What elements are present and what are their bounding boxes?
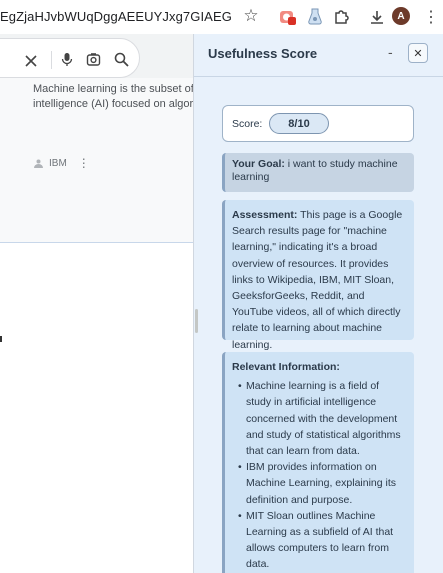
browser-toolbar: EgZjaHJvbWUqDggAEEUYJxg7GIAEGIoFMg4IA...… (0, 0, 443, 34)
relevant-list: Machine learning is a field of study in … (232, 378, 406, 572)
snippet-line: Machine learning is the subset of ar (33, 83, 193, 95)
list-item: IBM provides information on Machine Lear… (238, 459, 406, 508)
snippet-line: intelligence (AI) focused on algorithr (33, 98, 193, 110)
header-divider (194, 76, 443, 77)
search-input[interactable] (0, 38, 140, 78)
profile-avatar[interactable]: A (392, 7, 410, 25)
assessment-text: This page is a Google Search results pag… (232, 209, 403, 351)
more-options-icon[interactable]: ⋮ (78, 156, 90, 170)
result-snippet: Machine learning is the subset of ar int… (33, 82, 193, 112)
address-bar-url[interactable]: EgZjaHJvbWUqDggAEEUYJxg7GIAEGIoFMg4IA... (0, 9, 232, 24)
search-divider (51, 51, 52, 69)
panel-title: Usefulness Score (208, 46, 318, 61)
close-button[interactable]: ✕ (408, 43, 428, 63)
assessment-box: Assessment: This page is a Google Search… (222, 200, 414, 351)
camera-search-icon[interactable] (86, 52, 101, 72)
score-label: Score: (232, 118, 263, 130)
goal-box: Your Goal: i want to study machine learn… (222, 153, 414, 192)
search-icon[interactable] (114, 52, 129, 72)
microphone-icon[interactable] (61, 52, 73, 72)
result-source[interactable]: IBM ⋮ (33, 156, 90, 170)
relevant-info-box: Relevant Information: Machine learning i… (222, 352, 414, 573)
source-favicon-icon (34, 159, 43, 168)
download-icon[interactable] (366, 6, 388, 28)
extension-icon[interactable] (304, 6, 326, 28)
clear-icon[interactable] (25, 54, 37, 72)
search-result-card[interactable]: Machine learning is the subset of ar int… (0, 78, 193, 243)
goal-label: Your Goal: (232, 158, 285, 170)
score-card: Score: 8/10 (222, 105, 414, 142)
list-item: Machine learning is a field of study in … (238, 378, 406, 459)
extension-icon[interactable] (277, 6, 299, 28)
list-item: MIT Sloan outlines Machine Learning as a… (238, 508, 406, 573)
page-marker (0, 336, 2, 342)
relevant-title: Relevant Information: (232, 361, 340, 373)
resize-handle[interactable] (195, 309, 198, 333)
search-results-page: Machine learning is the subset of ar int… (0, 34, 193, 573)
assessment-label: Assessment: (232, 209, 298, 221)
source-label: IBM (49, 157, 67, 169)
kebab-icon[interactable]: ⋮ (420, 6, 442, 28)
puzzle-icon[interactable] (330, 6, 352, 28)
star-icon[interactable]: ☆ (240, 5, 262, 27)
usefulness-side-panel: Usefulness Score - ✕ Score: 8/10 Your Go… (194, 34, 443, 573)
panel-header: Usefulness Score - ✕ (194, 34, 443, 76)
minimize-button[interactable]: - (388, 44, 393, 60)
score-badge: 8/10 (269, 113, 329, 134)
results-area (0, 243, 193, 573)
